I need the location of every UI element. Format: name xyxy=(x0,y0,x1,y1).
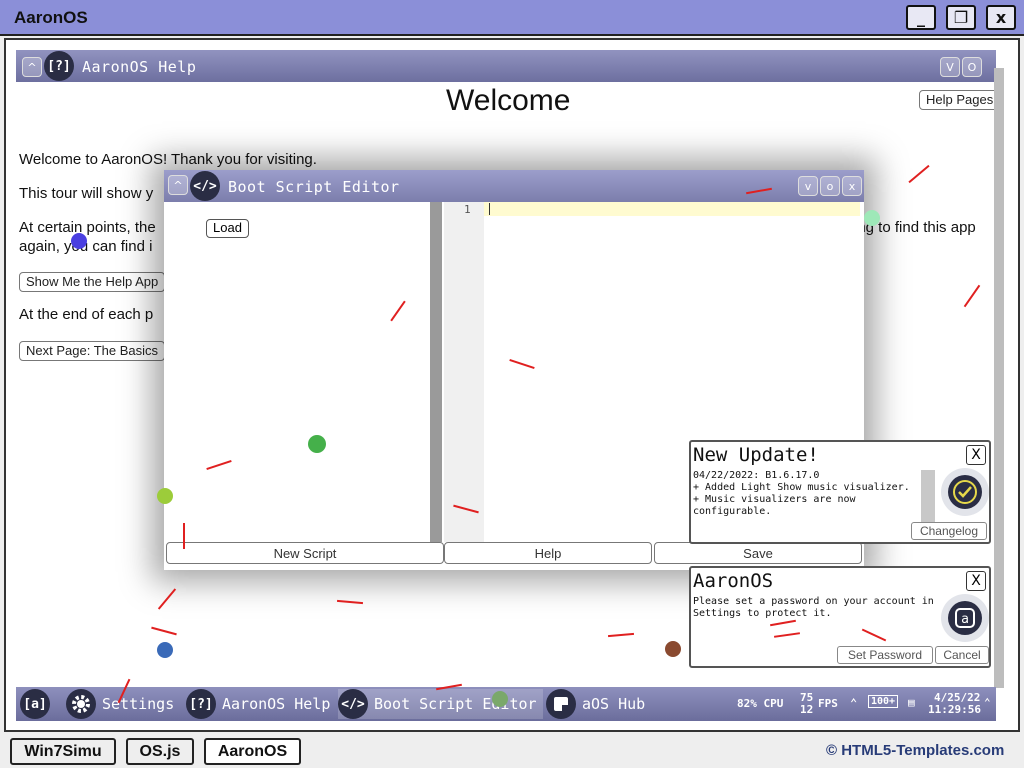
gear-icon xyxy=(66,689,96,719)
load-button[interactable]: Load xyxy=(206,219,249,238)
help-heading: Welcome xyxy=(446,84,571,117)
code-icon: </> xyxy=(338,689,368,719)
boot-editor-maximize-button[interactable]: o xyxy=(820,176,840,196)
next-page-button[interactable]: Next Page: The Basics xyxy=(19,341,165,361)
fps-bottom: 12 xyxy=(800,703,814,716)
text-cursor xyxy=(489,203,490,215)
notifications-icon[interactable]: ▤ xyxy=(908,696,915,709)
boot-editor-app-icon: </> xyxy=(190,171,220,201)
boot-editor-title: Boot Script Editor xyxy=(228,178,400,196)
help-app-icon: [?] xyxy=(44,51,74,81)
taskbar-item-settings[interactable]: Settings xyxy=(66,689,174,719)
host-title: AaronOS xyxy=(14,8,88,27)
network-icon[interactable]: ⌃ xyxy=(850,696,857,710)
password-notification-title: AaronOS xyxy=(693,570,774,592)
tab-aaronos[interactable]: AaronOS xyxy=(204,738,301,765)
password-notification-body: Please set a password on your account in… xyxy=(693,596,934,619)
help-window-maximize-button[interactable]: O xyxy=(962,57,982,77)
update-notification-scrollbar[interactable] xyxy=(921,470,935,522)
particle xyxy=(492,691,508,707)
help-window-minimize-button[interactable]: V xyxy=(940,57,960,77)
start-button[interactable]: [a] xyxy=(20,689,50,719)
help-paragraph-3: At certain points, the xyxy=(19,219,156,236)
help-window-title: AaronOS Help xyxy=(82,58,197,76)
clock-time[interactable]: 11:29:56 xyxy=(928,703,981,716)
taskbar-label-settings: Settings xyxy=(102,695,175,713)
password-notification-close-button[interactable]: X xyxy=(966,571,986,591)
start-icon: [a] xyxy=(20,689,50,719)
update-notification-close-button[interactable]: X xyxy=(966,445,986,465)
tab-osjs[interactable]: OS.js xyxy=(126,738,194,765)
save-button[interactable]: Save xyxy=(654,542,862,564)
update-badge-icon xyxy=(941,468,989,516)
help-paragraph-4: At the end of each p xyxy=(19,306,154,323)
particle xyxy=(157,642,173,658)
help-icon: [?] xyxy=(186,689,216,719)
particle xyxy=(864,210,880,226)
line-number: 1 xyxy=(464,203,471,216)
help-paragraph-1: Welcome to AaronOS! Thank you for visiti… xyxy=(19,151,317,168)
line-number-gutter xyxy=(444,202,484,542)
hub-icon xyxy=(546,689,576,719)
desktop-frame: ^ [?] AaronOS Help V O Welcome Help Page… xyxy=(4,38,1020,732)
taskbar-label-help: AaronOS Help xyxy=(222,695,331,713)
taskbar-item-aos-hub[interactable]: aOS Hub xyxy=(546,689,645,719)
boot-editor-minimize-button[interactable]: v xyxy=(798,176,818,196)
taskbar-item-help[interactable]: [?] AaronOS Help xyxy=(186,689,330,719)
taskbar-label-boot-editor: Boot Script Editor xyxy=(374,695,537,713)
help-scrollbar[interactable] xyxy=(994,68,1004,688)
boot-editor-titlebar[interactable]: ^ </> Boot Script Editor v o x xyxy=(164,170,864,202)
new-script-button[interactable]: New Script xyxy=(166,542,444,564)
particle xyxy=(308,435,326,453)
particle xyxy=(665,641,681,657)
aaronos-badge-icon: a xyxy=(941,594,989,642)
fps-label[interactable]: FPS xyxy=(818,697,838,710)
host-minimize-button[interactable]: _ xyxy=(906,5,936,30)
boot-editor-collapse-icon[interactable]: ^ xyxy=(168,175,188,195)
script-list-pane[interactable] xyxy=(164,202,430,542)
help-paragraph-2: This tour will show y xyxy=(19,185,154,202)
tab-win7simu[interactable]: Win7Simu xyxy=(10,738,116,765)
particle xyxy=(71,233,87,249)
help-button[interactable]: Help xyxy=(444,542,652,564)
cpu-indicator[interactable]: 82% CPU xyxy=(737,697,783,710)
help-window-collapse-icon[interactable]: ^ xyxy=(22,57,42,77)
update-notification-title: New Update! xyxy=(693,444,819,466)
host-titlebar: AaronOS _ ❐ x xyxy=(0,0,1024,36)
update-notification-body: 04/22/2022: B1.6.17.0 + Added Light Show… xyxy=(693,470,910,517)
taskbar-item-boot-editor[interactable]: </> Boot Script Editor xyxy=(338,689,543,719)
boot-editor-close-button[interactable]: x xyxy=(842,176,862,196)
battery-indicator[interactable]: 100+ xyxy=(868,695,899,708)
taskbar-expand-icon[interactable]: ⌃ xyxy=(984,696,991,709)
show-help-app-button[interactable]: Show Me the Help App xyxy=(19,272,166,292)
changelog-button[interactable]: Changelog xyxy=(911,522,987,540)
cancel-button[interactable]: Cancel xyxy=(935,646,989,664)
help-window-titlebar[interactable]: ^ [?] AaronOS Help V O xyxy=(16,50,996,82)
taskbar-label-aos-hub: aOS Hub xyxy=(582,695,646,713)
credit-link[interactable]: © HTML5-Templates.com xyxy=(826,742,1004,759)
help-pages-button[interactable]: Help Pages xyxy=(919,90,1001,110)
particle xyxy=(157,488,173,504)
active-line-highlight xyxy=(484,202,860,216)
script-list-scrollbar[interactable] xyxy=(430,202,442,542)
host-close-button[interactable]: x xyxy=(986,5,1016,30)
set-password-button[interactable]: Set Password xyxy=(837,646,933,664)
particle-streak xyxy=(183,523,185,549)
update-notification: New Update! X 04/22/2022: B1.6.17.0 + Ad… xyxy=(689,440,991,544)
svg-text:a: a xyxy=(961,612,969,627)
password-notification: AaronOS X Please set a password on your … xyxy=(689,566,991,668)
host-restore-button[interactable]: ❐ xyxy=(946,5,976,30)
